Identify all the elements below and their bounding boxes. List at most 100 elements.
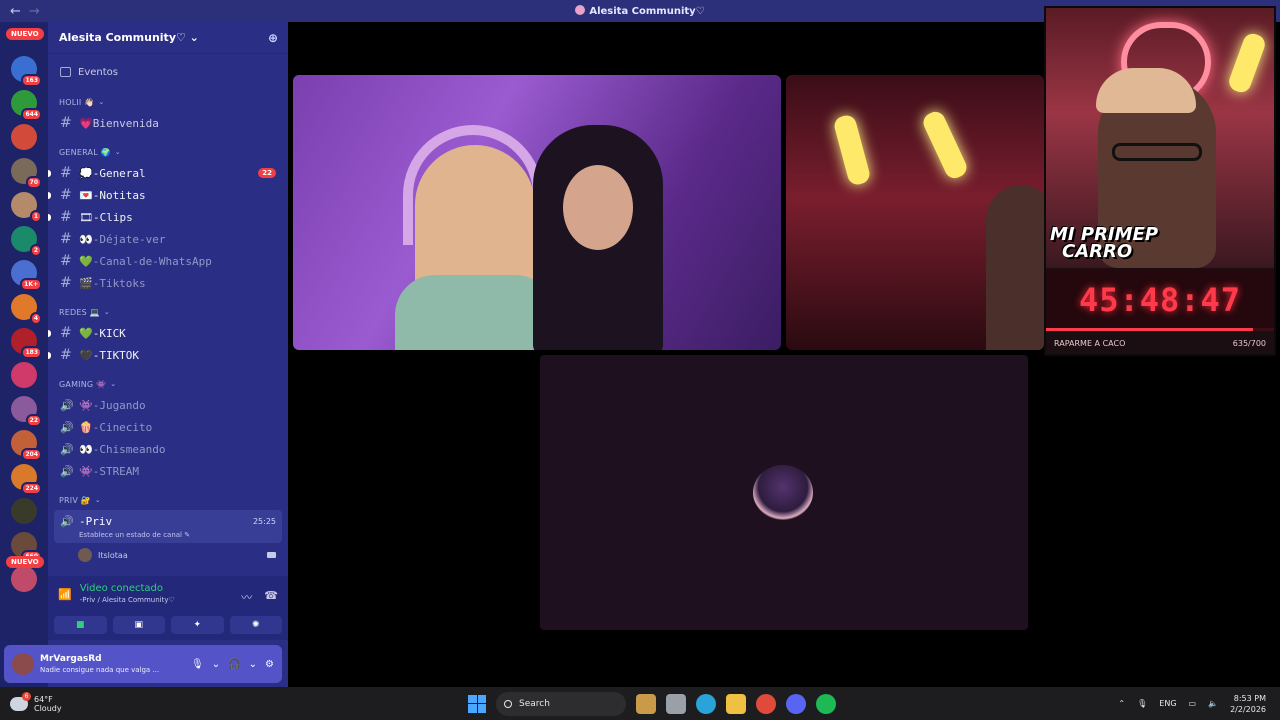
user-avatar-orb <box>753 465 813 520</box>
forward-arrow-icon[interactable]: → <box>29 4 40 19</box>
video-tile-1[interactable] <box>293 75 781 350</box>
voice-channel-stream[interactable]: 🔊 👾-STREAM <box>54 460 282 482</box>
events-item[interactable]: Eventos <box>54 60 282 84</box>
microphone-icon[interactable]: 🎙 <box>191 659 204 670</box>
neon-banana-icon <box>1226 31 1268 95</box>
server-icon[interactable] <box>11 566 37 592</box>
language-indicator[interactable]: ENG <box>1159 699 1176 708</box>
chevron-down-icon: ⌄ <box>110 380 117 388</box>
server-icon[interactable]: 22 <box>11 396 42 427</box>
taskbar-search[interactable]: Search <box>496 691 626 716</box>
network-icon[interactable]: ▭ <box>1189 699 1197 708</box>
channel-whatsapp[interactable]: # 💚-Canal-de-WhatsApp <box>54 250 282 272</box>
server-icon[interactable]: 224 <box>11 464 42 495</box>
voice-channel-cinecito[interactable]: 🔊 🍿-Cinecito <box>54 416 282 438</box>
chevron-down-icon[interactable]: ⌄ <box>212 659 220 670</box>
server-icon[interactable]: 70 <box>11 158 42 189</box>
server-icon[interactable]: 204 <box>11 430 42 461</box>
stream-camera: MI PRIMEP CARRO <box>1046 8 1274 268</box>
guild-header[interactable]: Alesita Community♡ ⌄ ⊕ <box>48 22 288 54</box>
hash-icon: # <box>60 253 72 269</box>
disconnect-icon[interactable]: ☎ <box>264 589 278 605</box>
category-holii[interactable]: HOLII 👋🏻 ⌄ <box>54 92 282 112</box>
username[interactable]: MrVargasRd <box>40 654 159 664</box>
channel-notitas[interactable]: # 💌-Notitas <box>48 184 282 206</box>
server-list: 163 644 70 1 2 1K+ 4 183 22 204 224 660 <box>0 22 48 592</box>
server-icon[interactable]: 1 <box>11 192 42 223</box>
camera-button[interactable]: ■ <box>54 616 107 634</box>
activities-button[interactable]: ✦ <box>171 616 224 634</box>
chevron-down-icon[interactable]: ⌄ <box>249 659 257 670</box>
gear-icon[interactable]: ⚙ <box>265 659 274 670</box>
file-explorer-icon[interactable] <box>666 693 686 714</box>
discord-icon[interactable] <box>786 693 806 714</box>
signal-icon[interactable]: 📶 <box>58 588 72 601</box>
neon-banana-icon <box>920 108 970 182</box>
server-icon[interactable]: 4 <box>11 294 42 325</box>
weather-widget[interactable]: 6 64°F Cloudy <box>0 691 62 713</box>
server-icon[interactable]: 1K+ <box>11 260 42 291</box>
server-icon[interactable] <box>11 124 37 150</box>
member-name: Itslotaa <box>98 550 128 560</box>
widgets-icon[interactable] <box>636 693 656 714</box>
server-icon[interactable] <box>11 498 37 524</box>
channel-bienvenida[interactable]: # 💗Bienvenida <box>54 112 282 134</box>
volume-icon[interactable]: 🔈 <box>1208 699 1218 708</box>
voice-status[interactable]: Video conectado <box>80 583 175 594</box>
voice-member[interactable]: Itslotaa <box>78 545 282 565</box>
speaker-icon: 🔊 <box>60 464 74 478</box>
channel-clips[interactable]: # 🎞-Clips <box>48 206 282 228</box>
events-label: Eventos <box>78 66 118 78</box>
server-badge: 183 <box>21 346 42 359</box>
channel-kick[interactable]: # 💚-KICK <box>48 322 282 344</box>
soundboard-button[interactable]: ✺ <box>229 616 282 634</box>
chevron-up-icon[interactable]: ⌃ <box>1118 699 1125 708</box>
microphone-icon[interactable]: 🎙 <box>1137 699 1147 708</box>
server-icon[interactable]: 660 <box>11 532 42 563</box>
server-badge: 204 <box>21 448 42 461</box>
folder-icon[interactable] <box>726 693 746 714</box>
server-icon[interactable]: 183 <box>11 328 42 359</box>
channel-tiktoks[interactable]: # 🎬-Tiktoks <box>54 272 282 294</box>
weather-condition: Cloudy <box>34 703 62 713</box>
speaker-icon: 🔊 <box>60 514 74 528</box>
category-gaming[interactable]: GAMING 👾 ⌄ <box>54 374 282 394</box>
back-arrow-icon[interactable]: ← <box>10 4 21 19</box>
app-icon[interactable] <box>756 693 776 714</box>
invite-icon[interactable]: ⊕ <box>268 31 278 45</box>
category-priv[interactable]: PRIV 🔐 ⌄ <box>54 490 282 510</box>
video-tile-2[interactable] <box>786 75 1044 350</box>
spotify-icon[interactable] <box>816 693 836 714</box>
edge-icon[interactable] <box>696 693 716 714</box>
avatar[interactable] <box>12 653 34 675</box>
person-shape <box>986 185 1044 350</box>
server-badge: 224 <box>21 482 42 495</box>
channel-tiktok[interactable]: # 🖤-TIKTOK <box>48 344 282 366</box>
channel-status-prompt[interactable]: Establece un estado de canal ✎ <box>60 531 276 539</box>
clock[interactable]: 8:53 PM 2/2/2026 <box>1230 693 1266 715</box>
channel-dejate-ver[interactable]: # 👀-Déjate-ver <box>54 228 282 250</box>
server-badge: 4 <box>29 312 42 325</box>
category-general[interactable]: GENERAL 🌍 ⌄ <box>54 142 282 162</box>
voice-channel-priv[interactable]: 🔊 -Priv 25:25 Establece un estado de canal… <box>54 510 282 543</box>
camera-icon <box>267 552 276 558</box>
stream-banner: MI PRIMEP CARRO <box>1050 224 1159 262</box>
mention-count-badge: 22 <box>258 168 276 178</box>
server-icon[interactable]: 644 <box>11 90 42 121</box>
windows-start-icon[interactable] <box>468 694 486 713</box>
voice-location[interactable]: -Priv / Alesita Community♡ <box>80 596 175 604</box>
voice-channel-jugando[interactable]: 🔊 👾-Jugando <box>54 394 282 416</box>
server-icon[interactable] <box>11 362 37 388</box>
noise-suppression-icon[interactable]: 〰 <box>241 589 252 605</box>
server-icon[interactable]: 163 <box>11 56 42 87</box>
category-redes[interactable]: REDES 💻 ⌄ <box>54 302 282 322</box>
screen-share-button[interactable]: ▣ <box>112 616 165 634</box>
channel-general[interactable]: # 💭-General 22 <box>48 162 282 184</box>
headphones-icon[interactable]: 🎧 <box>228 659 240 670</box>
voice-channel-chismeando[interactable]: 🔊 👀-Chismeando <box>54 438 282 460</box>
temperature: 64°F <box>34 694 53 704</box>
user-status: Nadie consigue nada que valga ... <box>40 666 160 674</box>
user-panel: MrVargasRd Nadie consigue nada que valga… <box>4 645 282 683</box>
server-icon[interactable]: 2 <box>11 226 42 257</box>
server-badge: 163 <box>21 74 42 87</box>
